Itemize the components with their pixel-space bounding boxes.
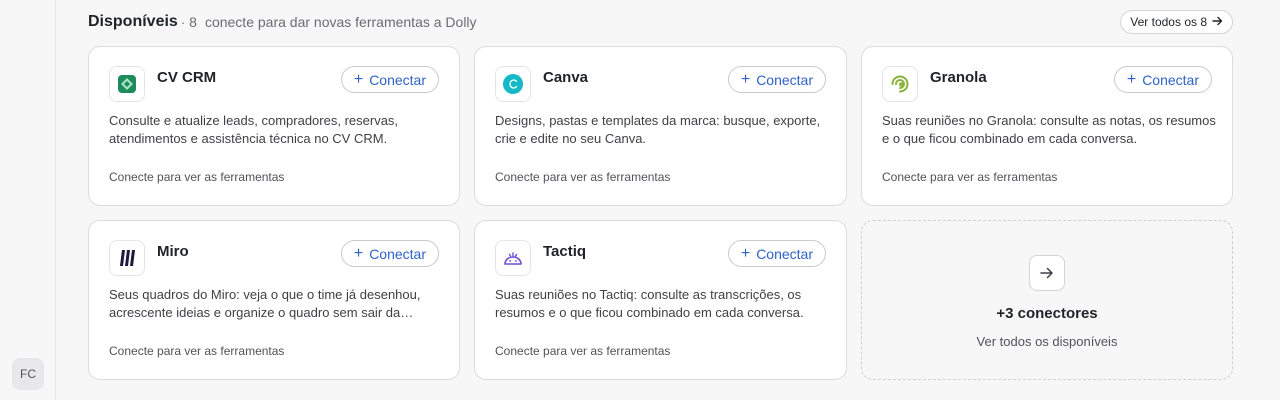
avatar[interactable]: FC: [12, 358, 44, 390]
connect-label: Conectar: [369, 245, 426, 262]
connector-name: Tactiq: [543, 243, 587, 260]
more-connectors-title: +3 conectores: [996, 305, 1098, 322]
connector-name: Canva: [543, 69, 589, 86]
plus-icon: +: [353, 70, 364, 88]
connector-footer: Conecte para ver as ferramentas: [109, 344, 285, 358]
connector-description: Consulte e atualize leads, compradores, …: [109, 113, 399, 146]
connector-footer: Conecte para ver as ferramentas: [109, 170, 285, 184]
more-connectors-subtitle: Ver todos os disponíveis: [976, 334, 1118, 349]
section-count: 8: [189, 14, 197, 30]
connector-description: Seus quadros do Miro: veja o que o time …: [109, 287, 421, 320]
cvcrm-logo-icon: [109, 66, 145, 102]
connect-label: Conectar: [756, 245, 813, 262]
connector-description: Designs, pastas e templates da marca: bu…: [495, 113, 821, 146]
main-content: Disponíveis · 8 conecte para dar novas f…: [56, 0, 1280, 400]
connector-card-granola: Granola + Conectar Suas reuniões no Gran…: [861, 46, 1233, 206]
section-title: Disponíveis: [88, 13, 178, 30]
connect-button[interactable]: + Conectar: [727, 66, 826, 93]
connect-label: Conectar: [369, 71, 426, 88]
section-subtitle: conecte para dar novas ferramentas a Dol…: [204, 14, 477, 30]
connector-card-miro: Miro + Conectar Seus quadros do Miro: ve…: [88, 220, 460, 380]
tactiq-logo-icon: [495, 240, 531, 276]
connector-card-cvcrm: CV CRM + Conectar Consulte e atualize le…: [88, 46, 460, 206]
connector-card-tactiq: Tactiq + Conectar Suas reuniões no Tacti…: [474, 220, 847, 380]
connector-name: Granola: [930, 69, 987, 86]
connect-button[interactable]: + Conectar: [1113, 66, 1212, 93]
sidebar: FC: [0, 0, 56, 400]
miro-logo-icon: [109, 240, 145, 276]
connector-footer: Conecte para ver as ferramentas: [882, 170, 1058, 184]
view-all-label: Ver todos os 8: [1130, 15, 1207, 29]
more-connectors-card[interactable]: +3 conectores Ver todos os disponíveis: [861, 220, 1233, 380]
connect-button[interactable]: + Conectar: [340, 66, 439, 93]
view-all-button[interactable]: Ver todos os 8: [1120, 10, 1233, 34]
connector-card-canva: Canva + Conectar Designs, pastas e templ…: [474, 46, 847, 206]
connector-footer: Conecte para ver as ferramentas: [495, 344, 671, 358]
section-header: Disponíveis · 8 conecte para dar novas f…: [88, 10, 1233, 34]
connector-name: Miro: [157, 243, 189, 260]
connect-label: Conectar: [1142, 71, 1199, 88]
connector-grid: CV CRM + Conectar Consulte e atualize le…: [88, 46, 1233, 380]
section-separator: ·: [180, 14, 186, 30]
connector-description: Suas reuniões no Tactiq: consulte as tra…: [495, 287, 804, 320]
connector-name: CV CRM: [157, 69, 217, 86]
connector-description: Suas reuniões no Granola: consulte as no…: [882, 113, 1216, 146]
plus-icon: +: [353, 244, 364, 262]
connector-footer: Conecte para ver as ferramentas: [495, 170, 671, 184]
canva-logo-icon: [495, 66, 531, 102]
connect-button[interactable]: + Conectar: [340, 240, 439, 267]
plus-icon: +: [1126, 70, 1137, 88]
plus-icon: +: [740, 244, 751, 262]
connect-label: Conectar: [756, 71, 813, 88]
connect-button[interactable]: + Conectar: [727, 240, 826, 267]
arrow-right-icon: [1029, 255, 1065, 291]
arrow-right-icon: [1212, 15, 1223, 29]
plus-icon: +: [740, 70, 751, 88]
granola-logo-icon: [882, 66, 918, 102]
